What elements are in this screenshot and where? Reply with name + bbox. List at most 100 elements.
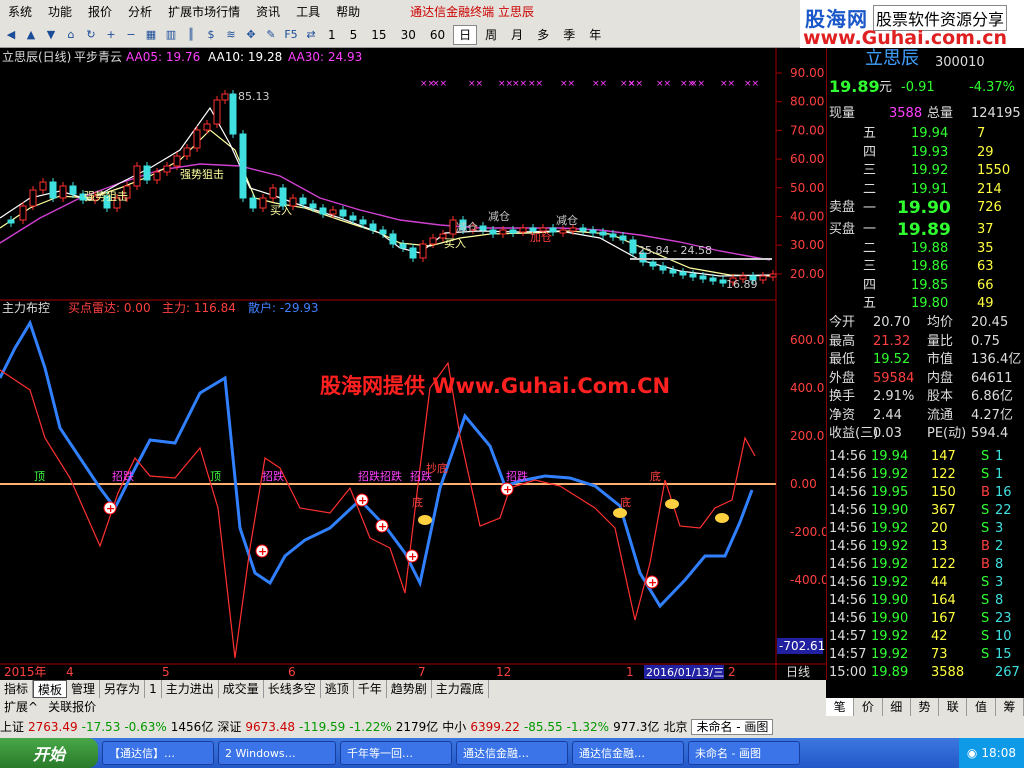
indicator-tab[interactable]: 1 [145,680,162,698]
period-60m[interactable]: 60 [424,25,451,45]
legend-aa05: AA05: 19.76 [126,50,200,64]
sub-tick: -200.0 [790,525,826,539]
taskbar-item[interactable]: 未命名 - 画图 [688,741,800,765]
clock: 18:08 [981,746,1016,760]
tick-count: 16 [995,485,1012,500]
start-button[interactable]: 开始 [0,738,98,768]
taskbar-item[interactable]: 通达信金融… [456,741,568,765]
side-tab[interactable]: 筹 [996,698,1024,716]
bar-icon[interactable]: ║ [182,25,200,45]
period-1m[interactable]: 1 [322,25,342,45]
switch-icon[interactable]: ⇄ [302,25,320,45]
tick-vol: 3588 [931,665,965,680]
menu-system[interactable]: 系统 [0,3,40,20]
anno-range: 25.84 - 24.58 [638,244,712,257]
taskbar-item[interactable]: 【通达信】… [102,741,214,765]
taskbar-item[interactable]: 通达信金融… [572,741,684,765]
pen-icon[interactable]: ✎ [262,25,280,45]
indicator-tab[interactable]: 管理 [67,680,101,698]
gold-ingot-icon [715,513,729,523]
stat-value: 2.44 [873,407,902,423]
period-15m[interactable]: 15 [365,25,392,45]
stat-value: 594.4 [971,426,1009,441]
menu-ext-market[interactable]: 扩展市场行情 [160,3,248,20]
stat-value: 64611 [971,370,1013,386]
candle-body [709,277,717,282]
period-week[interactable]: 周 [479,25,503,45]
signal-label: 顶 [210,470,221,483]
grid-icon[interactable]: ▦ [142,25,160,45]
refresh-icon[interactable]: ↻ [82,25,100,45]
indicator-icon[interactable]: ≋ [222,25,240,45]
candle-body [499,229,507,235]
side-tab[interactable]: 细 [883,698,911,716]
tray-icon[interactable]: ◉ [967,746,977,760]
side-tab[interactable]: 值 [967,698,996,716]
related-quote-button[interactable]: 关联报价 [48,698,96,716]
period-5m[interactable]: 5 [344,25,364,45]
menu-tools[interactable]: 工具 [288,3,328,20]
stat-label: 最高 [829,333,856,349]
taskbar-item[interactable]: 2 Windows… [218,741,336,765]
f5-icon[interactable]: F5 [282,25,300,45]
period-year[interactable]: 年 [583,25,607,45]
side-tab[interactable]: 联 [939,698,968,716]
sub-tick: -400.0 [790,573,826,587]
candle-body [509,229,517,234]
ticker-value: 6399.22 [470,720,520,734]
zoom-out-icon[interactable]: − [122,25,140,45]
home-icon[interactable]: ⌂ [62,25,80,45]
tick-count: 267 [995,665,1020,680]
indicator-tab[interactable]: 主力进出 [162,680,219,698]
sell-price: 19.91 [911,181,949,197]
tick-vol: 122 [931,467,956,482]
menu-help[interactable]: 帮助 [328,3,368,20]
anno-add: 加仓 [530,230,552,244]
menu-news[interactable]: 资讯 [248,3,288,20]
menu-analysis[interactable]: 分析 [120,3,160,20]
period-day[interactable]: 日 [453,24,478,45]
ticker-input[interactable]: 未命名 - 画图 [691,719,774,735]
tick-price: 19.95 [871,485,909,500]
taskbar-item[interactable]: 千年等一回… [340,741,452,765]
side-tab[interactable]: 势 [911,698,940,716]
indicator-tab[interactable]: 主力霞底 [432,680,489,698]
move-icon[interactable]: ✥ [242,25,260,45]
indicator-tab[interactable]: 另存为 [100,680,146,698]
period-quarter[interactable]: 季 [557,25,581,45]
stat-label: PE(动) [927,426,967,441]
indicator-tab[interactable]: 千年 [354,680,387,698]
tick-count: 3 [995,575,1004,590]
indicator-tab[interactable]: 长线多空 [264,680,321,698]
start-label: 开始 [32,745,65,764]
menu-quote[interactable]: 报价 [80,3,120,20]
sub-axis: 600.0 400.0 200.0 0.00 -200.0 -400.0 [790,333,826,587]
indicator-tab[interactable]: 指标 [0,680,34,698]
chart-area[interactable]: 立思辰(日线) 平步青云 AA05: 19.76 AA10: 19.28 AA3… [0,48,826,680]
total-vol: 124195 [971,106,1021,121]
extend-button[interactable]: 扩展^ [4,698,38,716]
zoom-in-icon[interactable]: + [102,25,120,45]
tick-time: 14:56 [829,521,867,536]
side-tab[interactable]: 笔 [826,698,855,716]
down-icon[interactable]: ▼ [42,25,60,45]
candle-body [649,261,657,267]
dollar-icon[interactable]: $ [202,25,220,45]
menu-function[interactable]: 功能 [40,3,80,20]
tick-side: S [981,467,990,482]
price-tick: 90.00 [790,66,824,80]
period-month[interactable]: 月 [505,25,529,45]
side-tab[interactable]: 价 [854,698,883,716]
period-multi[interactable]: 多 [531,25,555,45]
period-30m[interactable]: 30 [395,25,422,45]
back-icon[interactable]: ◀ [2,25,20,45]
indicator-tab[interactable]: 模板 [33,680,68,698]
chart-icon[interactable]: ▥ [162,25,180,45]
candle-body [259,197,267,209]
up-icon[interactable]: ▲ [22,25,40,45]
main-chart-title: 立思辰(日线) [2,49,71,64]
indicator-tab[interactable]: 逃顶 [321,680,354,698]
signal-x-icon: ×× [468,79,483,89]
indicator-tab[interactable]: 成交量 [219,680,264,698]
indicator-tab[interactable]: 趋势剧 [387,680,432,698]
